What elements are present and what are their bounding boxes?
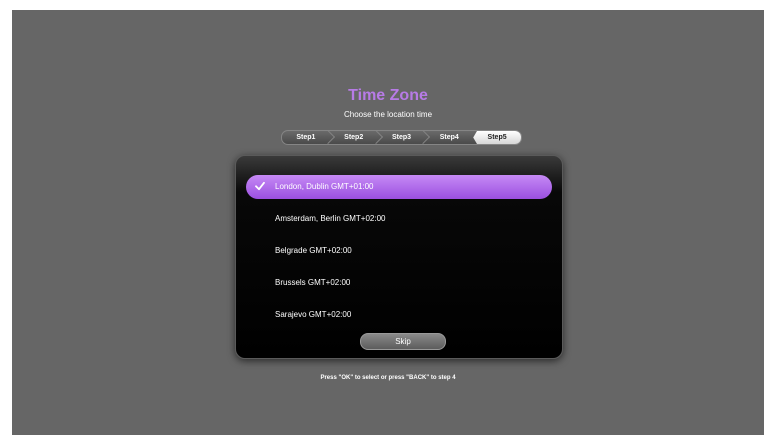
step-progress: Step1 Step2 Step3 Step4 Step5 xyxy=(281,130,522,145)
timezone-label: Sarajevo GMT+02:00 xyxy=(275,310,352,319)
step-label: Step1 xyxy=(296,134,316,141)
step-1: Step1 xyxy=(282,131,335,144)
step-4: Step4 xyxy=(425,131,473,144)
timezone-item-belgrade[interactable]: Belgrade GMT+02:00 xyxy=(246,239,552,263)
timezone-list-panel: London, Dublin GMT+01:00 Amsterdam, Berl… xyxy=(235,155,563,359)
timezone-label: Amsterdam, Berlin GMT+02:00 xyxy=(275,214,386,223)
skip-button[interactable]: Skip xyxy=(360,333,446,350)
step-5-current: Step5 xyxy=(473,131,521,144)
page-subtitle: Choose the location time xyxy=(343,110,433,119)
step-2: Step2 xyxy=(330,131,383,144)
step-label: Step2 xyxy=(344,134,364,141)
timezone-item-brussels[interactable]: Brussels GMT+02:00 xyxy=(246,271,552,295)
step-3: Step3 xyxy=(378,131,431,144)
timezone-item-sarajevo[interactable]: Sarajevo GMT+02:00 xyxy=(246,303,552,327)
timezone-label: Brussels GMT+02:00 xyxy=(275,278,351,287)
step-label: Step5 xyxy=(487,134,507,141)
timezone-item-london-dublin[interactable]: London, Dublin GMT+01:00 xyxy=(246,175,552,199)
projector-screen: Time Zone Choose the location time Step1… xyxy=(12,10,764,435)
timezone-item-amsterdam-berlin[interactable]: Amsterdam, Berlin GMT+02:00 xyxy=(246,207,552,231)
instruction-hint: Press "OK" to select or press "BACK" to … xyxy=(320,375,456,381)
timezone-label: Belgrade GMT+02:00 xyxy=(275,246,352,255)
timezone-label: London, Dublin GMT+01:00 xyxy=(275,182,374,191)
check-icon xyxy=(255,181,265,191)
page-title: Time Zone xyxy=(348,87,428,104)
step-label: Step4 xyxy=(439,134,459,141)
step-label: Step3 xyxy=(391,134,412,141)
